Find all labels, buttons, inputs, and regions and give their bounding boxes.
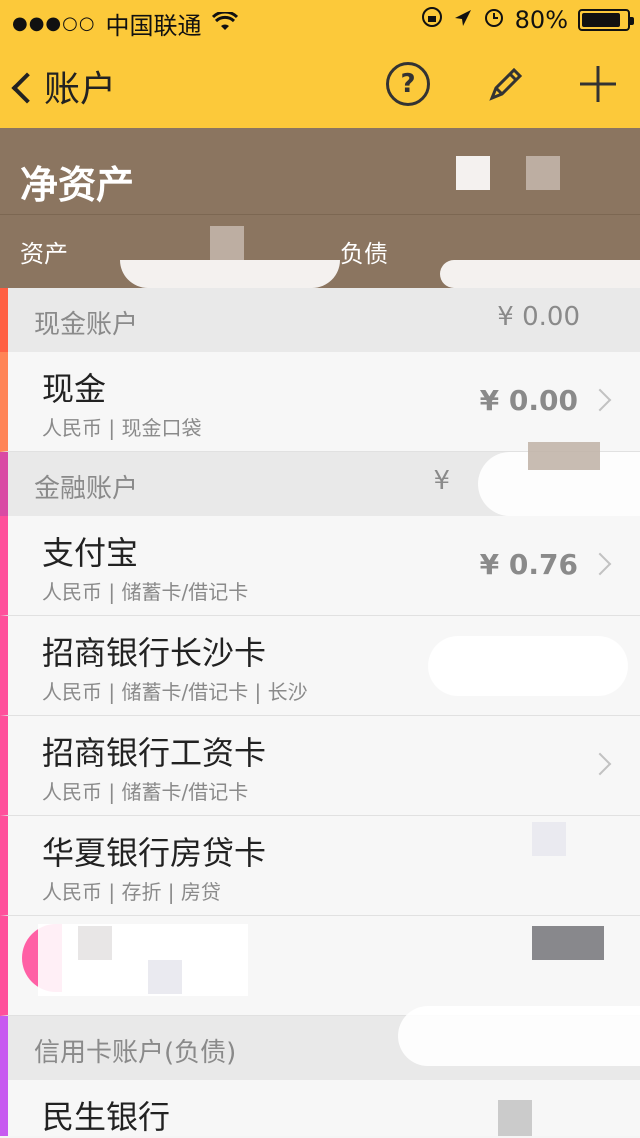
category-name: 金融账户	[34, 474, 139, 504]
redacted-block	[428, 636, 628, 696]
debt-label: 负债	[340, 240, 388, 268]
account-row-hxb-mortgage[interactable]: 华夏银行房贷卡 人民币 | 存折 | 房贷	[0, 816, 640, 916]
redacted-block	[532, 926, 604, 960]
status-bar: ●●●○○ 中国联通 80%	[0, 0, 640, 40]
divider	[0, 214, 640, 215]
nav-bar: 账户 ?	[0, 40, 640, 128]
chevron-right-icon	[588, 388, 612, 412]
chevron-right-icon	[588, 552, 612, 576]
redacted-block	[210, 226, 244, 260]
account-meta: 人民币 | 储蓄卡/借记卡 | 长沙	[42, 680, 308, 704]
account-meta: 人民币 | 现金口袋	[42, 416, 202, 440]
account-row-cmbc[interactable]: 民生银行	[0, 1080, 640, 1136]
redacted-block	[498, 1100, 532, 1136]
lock-rotation-icon	[421, 6, 443, 34]
category-amount: ¥ 0.00	[497, 302, 580, 332]
net-assets-title: 净资产	[20, 163, 135, 207]
back-button[interactable]: 账户	[11, 60, 117, 112]
help-icon[interactable]: ?	[386, 62, 430, 106]
account-row-cmb-changsha[interactable]: 招商银行长沙卡 人民币 | 储蓄卡/借记卡 | 长沙	[0, 616, 640, 716]
redacted-block	[78, 926, 112, 960]
account-meta: 人民币 | 存折 | 房贷	[42, 880, 221, 904]
pencil-icon[interactable]	[484, 62, 528, 106]
account-row-cash[interactable]: 现金 人民币 | 现金口袋 ¥ 0.00	[0, 352, 640, 452]
account-name: 招商银行工资卡	[42, 734, 267, 772]
account-name: 支付宝	[42, 534, 139, 572]
chevron-left-icon	[11, 72, 43, 104]
wifi-icon	[211, 10, 238, 38]
redacted-block	[532, 822, 566, 856]
redacted-block	[398, 1006, 640, 1066]
category-finance: 金融账户 ¥	[0, 442, 640, 516]
redacted-block	[456, 156, 490, 190]
redacted-block	[120, 260, 340, 288]
account-name: 现金	[42, 370, 107, 408]
back-label: 账户	[44, 69, 117, 110]
location-icon	[453, 6, 473, 34]
redacted-block	[528, 442, 600, 470]
category-credit: 信用卡账户(负债)	[0, 1006, 640, 1080]
account-meta: 人民币 | 储蓄卡/借记卡	[42, 780, 249, 804]
account-row-redacted[interactable]	[0, 916, 640, 1016]
redacted-block	[148, 960, 182, 994]
account-balance: ¥ 0.00	[479, 384, 578, 417]
category-amount: ¥	[433, 466, 450, 496]
category-cash: 现金账户 ¥ 0.00	[0, 288, 640, 352]
account-balance: ¥ 0.76	[479, 548, 578, 581]
signal-dots: ●●●○○	[12, 13, 96, 34]
battery-percent: 80%	[514, 6, 568, 34]
chevron-right-icon	[588, 752, 612, 776]
carrier-label: 中国联通	[105, 12, 202, 40]
account-row-cmb-salary[interactable]: 招商银行工资卡 人民币 | 储蓄卡/借记卡	[0, 716, 640, 816]
redacted-block	[526, 156, 560, 190]
category-name: 现金账户	[34, 310, 139, 340]
net-assets-panel: 净资产 资产 负债	[0, 128, 640, 288]
account-row-alipay[interactable]: 支付宝 人民币 | 储蓄卡/借记卡 ¥ 0.76	[0, 516, 640, 616]
account-name: 招商银行长沙卡	[42, 634, 267, 672]
alarm-icon	[483, 6, 505, 34]
account-meta: 人民币 | 储蓄卡/借记卡	[42, 580, 249, 604]
battery-icon	[578, 9, 634, 31]
redacted-block	[440, 260, 640, 288]
category-name: 信用卡账户(负债)	[34, 1038, 237, 1068]
account-name: 华夏银行房贷卡	[42, 834, 267, 872]
plus-icon[interactable]	[576, 62, 620, 106]
redacted-block	[38, 924, 248, 996]
assets-label: 资产	[20, 240, 68, 268]
account-name: 民生银行	[42, 1098, 171, 1136]
